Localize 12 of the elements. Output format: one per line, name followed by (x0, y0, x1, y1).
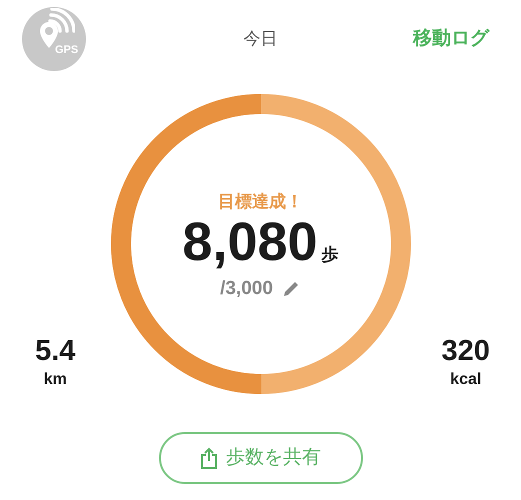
share-button[interactable]: 歩数を共有 (158, 432, 362, 484)
share-icon (200, 447, 218, 469)
stat-value: 5.4 (35, 336, 76, 368)
stat-unit: km (44, 370, 67, 390)
step-unit: 歩 (322, 244, 339, 266)
step-goal: /3,000 (220, 276, 273, 301)
movement-log-link[interactable]: 移動ログ (412, 24, 489, 54)
stat-unit: kcal (450, 370, 482, 390)
step-count: 8,080 (182, 214, 318, 271)
goal-status: 目標達成！ (218, 190, 303, 213)
stat-value: 320 (442, 336, 490, 368)
page-title: 今日 (242, 28, 278, 50)
